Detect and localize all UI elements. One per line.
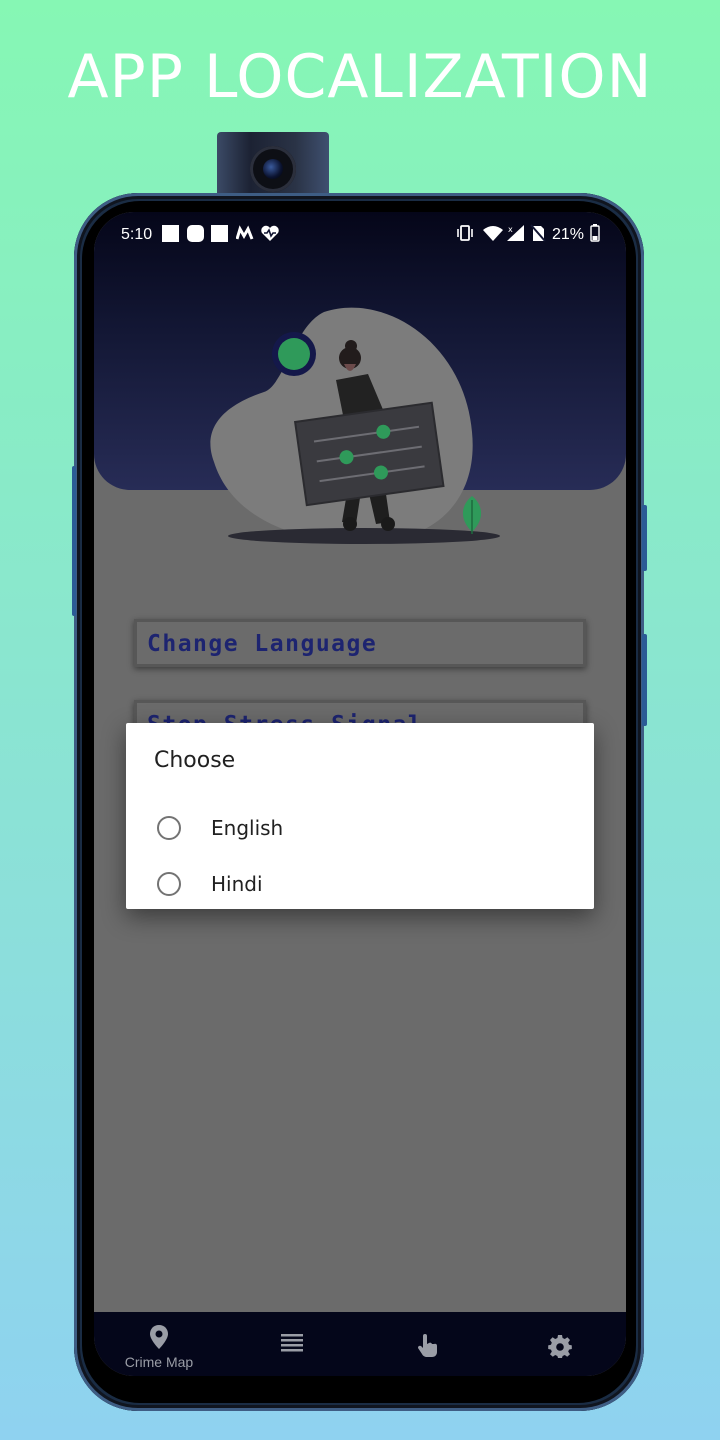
language-dialog: Choose English Hindi <box>126 723 594 909</box>
popup-camera <box>217 132 329 202</box>
touch-icon <box>417 1334 438 1357</box>
nav-item-settings[interactable] <box>510 1312 610 1376</box>
option-hindi-label: Hindi <box>211 872 263 896</box>
signal-icon: x <box>507 225 524 241</box>
nav-label-crime-map: Crime Map <box>124 1354 194 1370</box>
wifi-icon <box>483 226 503 241</box>
phone-side-button <box>72 466 76 616</box>
option-english[interactable]: English <box>126 800 594 856</box>
battery-percentage: 21% <box>552 226 585 243</box>
status-bar: 5:10 x 21% <box>94 212 626 258</box>
nav-item-list[interactable] <box>242 1312 342 1376</box>
square-icon <box>211 225 228 242</box>
gear-icon <box>548 1335 572 1358</box>
phone-side-button <box>642 634 647 726</box>
nav-item-crime-map[interactable]: Crime Map <box>94 1312 224 1376</box>
phone-side-button <box>642 505 647 571</box>
status-time: 5:10 <box>121 226 153 243</box>
svg-text:x: x <box>508 225 513 234</box>
rounded-square-icon <box>187 225 204 242</box>
change-language-label: Change Language <box>147 631 378 657</box>
camera-lens-icon <box>250 146 296 192</box>
radio-hindi[interactable] <box>157 872 181 896</box>
location-pin-icon <box>150 1325 168 1349</box>
settings-illustration <box>210 307 500 544</box>
m-logo-icon <box>236 225 254 240</box>
radio-english[interactable] <box>157 816 181 840</box>
battery-icon <box>590 224 600 242</box>
dialog-title: Choose <box>154 748 236 773</box>
option-english-label: English <box>211 816 284 840</box>
option-hindi[interactable]: Hindi <box>126 856 594 912</box>
nav-item-touch[interactable] <box>377 1312 477 1376</box>
square-icon <box>162 225 179 242</box>
change-language-button[interactable]: Change Language <box>134 619 586 667</box>
heart-pulse-icon <box>261 225 279 241</box>
bottom-navigation: Crime Map <box>94 1312 626 1376</box>
list-icon <box>281 1334 303 1352</box>
promo-headline: APP LOCALIZATION <box>67 42 653 112</box>
vibrate-icon <box>457 225 473 241</box>
no-sim-icon <box>530 224 546 242</box>
app-screen: 5:10 x 21% Change Language Choose Englis… <box>94 212 626 1376</box>
